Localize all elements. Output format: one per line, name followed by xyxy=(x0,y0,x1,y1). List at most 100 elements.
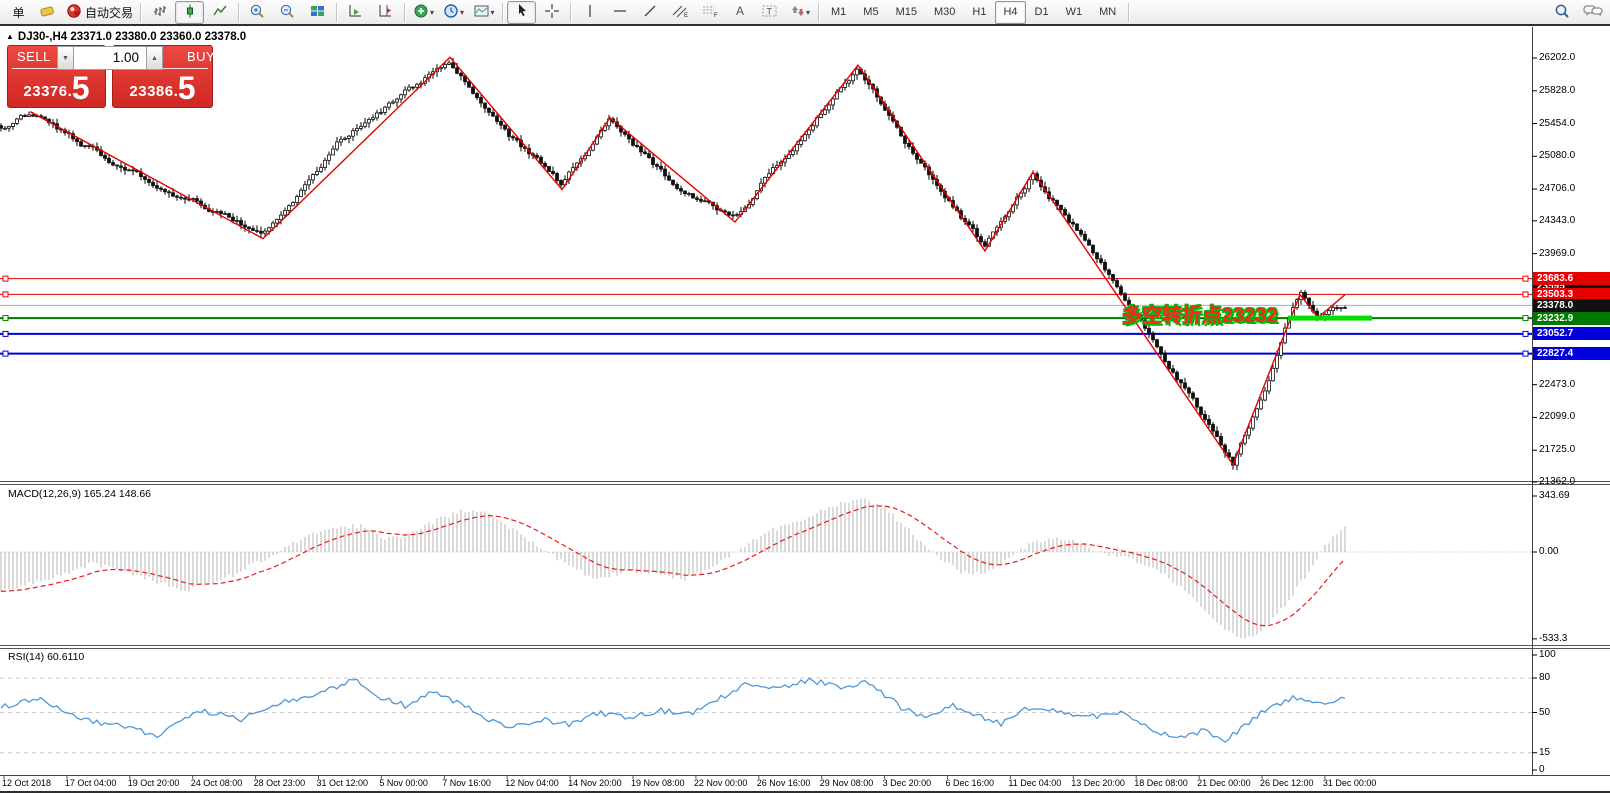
candle-body xyxy=(156,186,159,189)
candle-body xyxy=(4,128,7,129)
candle-body xyxy=(8,126,11,128)
candle-body xyxy=(132,170,135,171)
candle-body xyxy=(312,174,315,179)
line-handle[interactable] xyxy=(1523,351,1528,356)
line-handle[interactable] xyxy=(1523,316,1528,321)
candle-body xyxy=(316,172,319,175)
candle-body xyxy=(976,228,979,236)
candle-body xyxy=(176,196,179,197)
chart-canvas[interactable] xyxy=(0,0,1610,794)
candle-body xyxy=(1188,388,1191,393)
chart-annotation[interactable]: 多空转折点23232 xyxy=(1122,299,1278,328)
candle-body xyxy=(664,169,667,176)
rsi-line xyxy=(1,678,1345,742)
sell-price: 23376.5 xyxy=(8,74,105,104)
chart-title-text: DJ30-,H4 23371.0 23380.0 23360.0 23378.0 xyxy=(18,31,246,43)
candle-body xyxy=(260,231,263,233)
line-handle[interactable] xyxy=(1523,292,1528,297)
candle-body xyxy=(1088,240,1091,245)
candle-body xyxy=(1084,234,1087,240)
candle-body xyxy=(184,198,187,199)
candle-body xyxy=(1160,347,1163,353)
candle-body xyxy=(256,230,259,231)
candle-body xyxy=(548,166,551,171)
line-handle[interactable] xyxy=(3,316,8,321)
candle-body xyxy=(28,115,31,117)
candle-body xyxy=(124,167,127,170)
line-handle[interactable] xyxy=(1523,276,1528,281)
candle-body xyxy=(32,115,35,116)
candle-body xyxy=(252,228,255,230)
candle-body xyxy=(848,81,851,83)
candle-body xyxy=(1264,391,1267,400)
candle-body xyxy=(400,95,403,99)
candle-body xyxy=(468,82,471,88)
candle-body xyxy=(1248,428,1251,435)
candle-body xyxy=(984,242,987,246)
candle-body xyxy=(820,114,823,117)
candle-body xyxy=(1272,368,1275,380)
line-handle[interactable] xyxy=(1523,331,1528,336)
line-handle[interactable] xyxy=(3,351,8,356)
candle-body xyxy=(236,220,239,221)
candle-body xyxy=(728,212,731,215)
candle-body xyxy=(1076,224,1079,230)
lot-decrease-button[interactable]: ▼ xyxy=(57,46,74,70)
candle-body xyxy=(116,165,119,166)
candle-body xyxy=(812,126,815,130)
candle-body xyxy=(1024,189,1027,193)
candle-body xyxy=(656,165,659,167)
candle-body xyxy=(0,126,3,129)
candle-body xyxy=(452,63,455,68)
line-handle[interactable] xyxy=(3,292,8,297)
green-highlight-segment[interactable] xyxy=(1288,316,1372,321)
candle-body xyxy=(1192,393,1195,398)
candle-body xyxy=(792,151,795,155)
candle-body xyxy=(1168,361,1171,368)
candle-body xyxy=(328,155,331,160)
candle-body xyxy=(1060,205,1063,209)
candle-body xyxy=(196,199,199,201)
lot-increase-button[interactable]: ▲ xyxy=(146,46,163,70)
candle-body xyxy=(1216,431,1219,436)
candle-body xyxy=(292,203,295,206)
candle-body xyxy=(668,176,671,180)
candle-body xyxy=(808,130,811,135)
candle-body xyxy=(412,87,415,88)
candle-body xyxy=(828,105,831,110)
candle-body xyxy=(1184,383,1187,388)
lot-size-input[interactable]: 1.00 xyxy=(74,46,146,70)
candle-body xyxy=(120,166,123,167)
line-handle[interactable] xyxy=(3,276,8,281)
candle-body xyxy=(1152,333,1155,340)
candle-wicks xyxy=(1,58,1345,470)
candle-body xyxy=(624,132,627,134)
candle-body xyxy=(104,155,107,158)
candle-body xyxy=(1108,270,1111,274)
candle-body xyxy=(276,220,279,223)
candle-body xyxy=(300,190,303,196)
candle-body xyxy=(472,87,475,93)
candle-body xyxy=(372,118,375,120)
line-handle[interactable] xyxy=(3,331,8,336)
candle-body xyxy=(640,147,643,152)
candle-body xyxy=(1260,400,1263,409)
candle-body xyxy=(280,215,283,219)
zigzag-line xyxy=(30,57,1345,464)
candle-body xyxy=(288,206,291,211)
candle-body xyxy=(1344,308,1347,309)
candle-body xyxy=(1096,253,1099,259)
candle-body xyxy=(248,227,251,228)
candle-body xyxy=(824,110,827,114)
candle-body xyxy=(320,168,323,172)
candle-body xyxy=(1104,262,1107,270)
candle-body xyxy=(152,182,155,185)
candle-body xyxy=(972,225,975,229)
candle-body xyxy=(84,146,87,147)
candle-body xyxy=(660,166,663,169)
one-click-trading-panel: SELL 23376.5 BUY 23386.5 ▼ 1.00 ▲ xyxy=(7,45,213,108)
candle-body xyxy=(332,149,335,155)
candle-body xyxy=(308,180,311,185)
lot-size-stepper: ▼ 1.00 ▲ xyxy=(57,46,163,70)
candle-body xyxy=(296,196,299,202)
